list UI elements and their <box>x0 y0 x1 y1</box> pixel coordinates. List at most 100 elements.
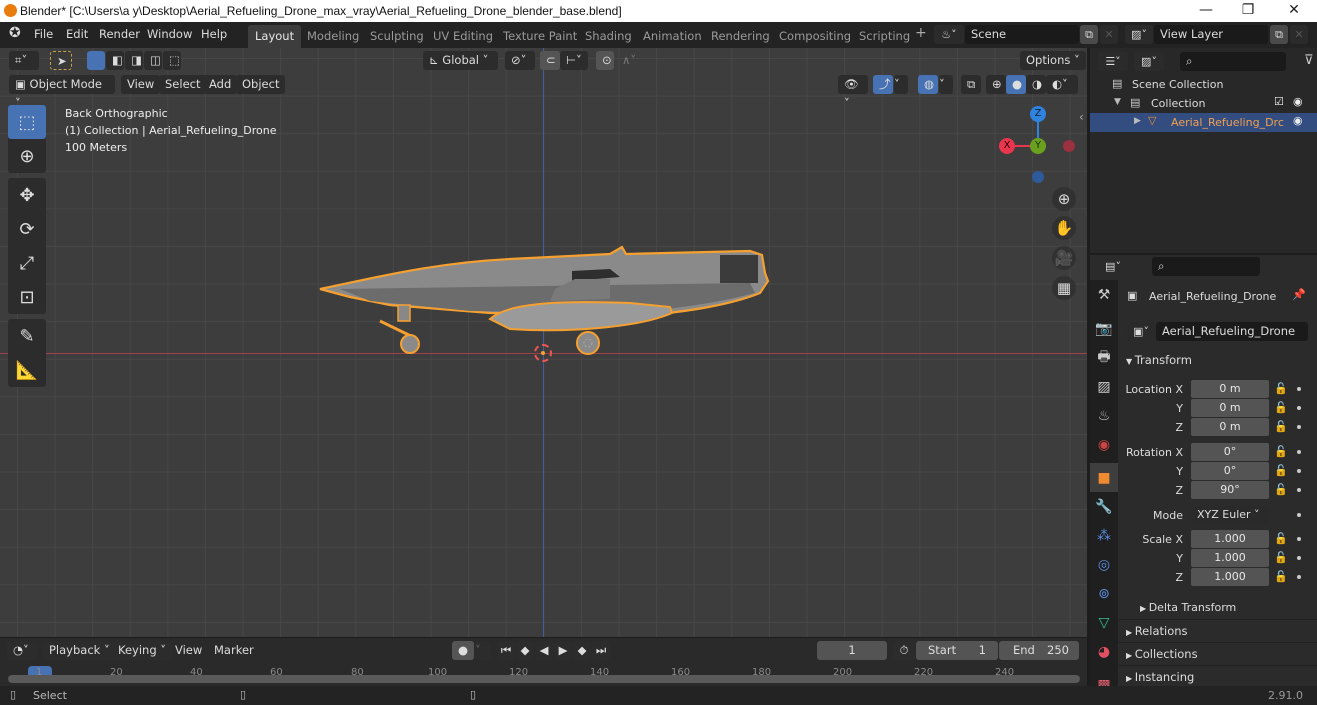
rotation-x-field[interactable]: 0° <box>1191 443 1269 461</box>
menu-render[interactable]: Render <box>99 27 140 41</box>
tab-layout[interactable]: Layout <box>248 25 302 48</box>
keyframe-dot-icon[interactable] <box>1297 488 1301 492</box>
gizmo-toggle-icon[interactable]: ⤴ <box>873 75 893 94</box>
properties-editor-type-icon[interactable]: ▤˅ <box>1098 257 1128 276</box>
tab-scripting[interactable]: Scripting <box>852 25 917 48</box>
expand-icon[interactable]: ▼ <box>1114 97 1121 107</box>
keyframe-dot-icon[interactable] <box>1297 513 1301 517</box>
particles-tab-icon[interactable]: ⁂ <box>1090 521 1118 550</box>
scene-tab-icon[interactable]: ♨ <box>1090 401 1118 430</box>
lock-scale-y-icon[interactable]: 🔓 <box>1274 551 1288 564</box>
menu-add[interactable]: Add <box>203 75 238 94</box>
object-name-field[interactable]: Aerial_Refueling_Drone <box>1156 322 1308 341</box>
rotate-tool-icon[interactable]: ⟳ <box>8 212 46 246</box>
constraints-tab-icon[interactable]: ⊚ <box>1090 579 1118 608</box>
sidebar-toggle-icon[interactable]: ‹ <box>1079 110 1084 124</box>
view-layer-name-field[interactable]: View Layer <box>1154 25 1268 44</box>
keyframe-dot-icon[interactable] <box>1297 556 1301 560</box>
keying-menu[interactable]: Keying ˅ <box>112 641 173 660</box>
select-tool-icon[interactable]: ➤ <box>50 51 72 70</box>
modifier-tab-icon[interactable]: 🔧 <box>1090 492 1118 521</box>
overlay-dropdown-icon[interactable]: ˅ <box>939 75 953 94</box>
orthographic-toggle-icon[interactable]: ▦ <box>1052 276 1076 300</box>
scene-name-field[interactable]: Scene <box>965 25 1079 44</box>
solid-shading-icon[interactable]: ● <box>1006 75 1026 94</box>
next-keyframe-icon[interactable]: ◆ <box>573 641 591 660</box>
delete-scene-icon[interactable]: ✕ <box>1100 25 1118 44</box>
outliner-display-mode-icon[interactable]: ☰˅ <box>1098 52 1128 71</box>
preview-range-icon[interactable]: ⏱ <box>893 641 915 660</box>
transform-orientation-dropdown[interactable]: ⊾ Global ˅ <box>423 51 498 70</box>
timeline-scrollbar[interactable] <box>8 675 1080 683</box>
tab-modeling[interactable]: Modeling <box>300 25 366 48</box>
cursor-tool-icon[interactable]: ⊕ <box>8 139 46 173</box>
menu-select[interactable]: Select <box>159 75 207 94</box>
tab-compositing[interactable]: Compositing <box>772 25 858 48</box>
play-icon[interactable]: ▶ <box>554 641 572 660</box>
physics-tab-icon[interactable]: ◎ <box>1090 550 1118 579</box>
camera-view-icon[interactable]: 🎥 <box>1052 246 1076 270</box>
scale-y-field[interactable]: 1.000 <box>1191 549 1269 567</box>
collections-panel-header[interactable]: ▶ Collections <box>1118 642 1317 664</box>
menu-edit[interactable]: Edit <box>66 27 88 41</box>
rotation-mode-dropdown[interactable]: XYZ Euler ˅ <box>1191 506 1269 524</box>
timeline-editor-type-icon[interactable]: ◔˅ <box>7 641 37 660</box>
3d-viewport[interactable]: Back Orthographic (1) Collection | Aeria… <box>0 48 1087 637</box>
close-button[interactable]: ✕ <box>1272 0 1316 22</box>
blender-menu-icon[interactable]: ✪ <box>9 25 21 41</box>
outliner-search-input[interactable]: ⌕ <box>1180 52 1286 71</box>
location-z-field[interactable]: 0 m <box>1191 418 1269 436</box>
lock-rotation-z-icon[interactable]: 🔓 <box>1274 483 1288 496</box>
menu-help[interactable]: Help <box>201 27 227 41</box>
scale-z-field[interactable]: 1.000 <box>1191 568 1269 586</box>
jump-start-icon[interactable]: ⏮ <box>497 641 515 660</box>
visibility-eye-icon[interactable]: ◉ <box>1293 95 1303 108</box>
lock-location-y-icon[interactable]: 🔓 <box>1274 401 1288 414</box>
select-mode-intersect-icon[interactable]: ⬚ <box>163 51 181 70</box>
tab-sculpting[interactable]: Sculpting <box>363 25 431 48</box>
minimize-button[interactable]: — <box>1184 0 1228 22</box>
marker-menu[interactable]: Marker <box>208 641 260 660</box>
auto-keying-icon[interactable]: ● <box>452 641 474 660</box>
pin-icon[interactable]: 📌 <box>1292 288 1306 301</box>
delta-transform-subpanel[interactable]: ▶ Delta Transform <box>1140 601 1236 614</box>
visibility-selector-icon[interactable]: 👁˅ <box>838 75 868 110</box>
keying-dropdown-icon[interactable]: ˅ <box>475 641 491 660</box>
gizmo-z-axis[interactable]: Z <box>1030 106 1046 122</box>
tab-uv-editing[interactable]: UV Editing <box>426 25 500 48</box>
pan-view-icon[interactable]: ✋ <box>1052 216 1076 240</box>
annotate-tool-icon[interactable]: ✎ <box>8 319 46 353</box>
view-layer-tab-icon[interactable]: ▨ <box>1090 372 1118 401</box>
select-mode-invert-icon[interactable]: ◫ <box>144 51 162 70</box>
options-dropdown[interactable]: Options ˅ <box>1020 51 1086 70</box>
select-mode-extend-icon[interactable]: ◧ <box>106 51 124 70</box>
outliner-item-scene-collection[interactable]: ▤ Scene Collection <box>1090 75 1317 94</box>
current-frame-field[interactable]: 1 <box>817 641 887 660</box>
select-mode-new-icon[interactable] <box>87 51 105 70</box>
gizmo-x-axis[interactable]: X <box>999 138 1015 154</box>
select-box-tool-icon[interactable]: ⬚ <box>8 105 46 139</box>
playback-menu[interactable]: Playback ˅ <box>43 641 116 660</box>
transform-tool-icon[interactable]: ⊡ <box>8 280 46 314</box>
menu-window[interactable]: Window <box>147 27 192 41</box>
view-layer-selector-icon[interactable]: ▨˅ <box>1125 25 1153 44</box>
outliner-filter-view-icon[interactable]: ▨˅ <box>1134 52 1164 71</box>
move-tool-icon[interactable]: ✥ <box>8 178 46 212</box>
timeline-view-menu[interactable]: View <box>169 641 208 660</box>
tab-texture-paint[interactable]: Texture Paint <box>496 25 584 48</box>
proportional-falloff-icon[interactable]: ∧˅ <box>616 51 644 70</box>
lock-rotation-y-icon[interactable]: 🔓 <box>1274 464 1288 477</box>
start-frame-field[interactable]: Start 1 <box>916 641 998 660</box>
shading-dropdown-icon[interactable]: ˅ <box>1062 75 1078 94</box>
keyframe-dot-icon[interactable] <box>1297 425 1301 429</box>
gizmo-neg-x-axis[interactable] <box>1063 140 1075 152</box>
location-y-field[interactable]: 0 m <box>1191 399 1269 417</box>
select-mode-subtract-icon[interactable]: ◨ <box>125 51 143 70</box>
overlay-toggle-icon[interactable]: ◍ <box>918 75 938 94</box>
pivot-point-icon[interactable]: ⊘˅ <box>505 51 535 70</box>
measure-tool-icon[interactable]: 📐 <box>8 353 46 387</box>
visibility-eye-icon[interactable]: ◉ <box>1293 114 1303 127</box>
scale-x-field[interactable]: 1.000 <box>1191 530 1269 548</box>
new-view-layer-icon[interactable]: ⧉ <box>1270 25 1288 44</box>
scale-tool-icon[interactable]: ⤢ <box>8 246 46 280</box>
